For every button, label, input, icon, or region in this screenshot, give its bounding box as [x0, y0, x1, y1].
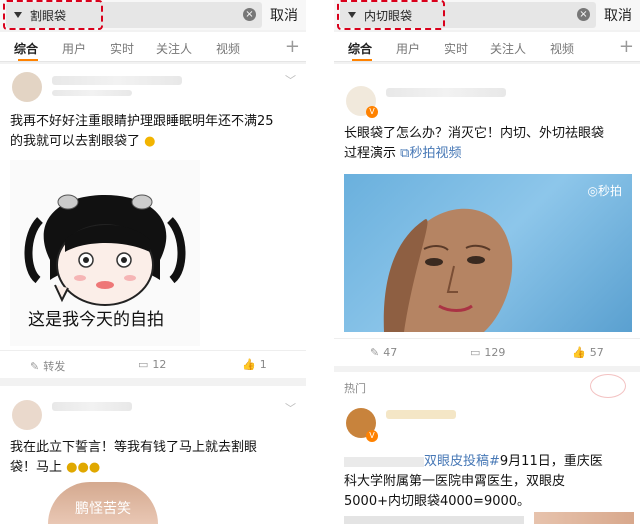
search-bar: 内切眼袋 × 取消	[334, 0, 640, 30]
repost-icon: ✎	[370, 346, 380, 359]
comment-button[interactable]: ▭ 129	[470, 346, 505, 359]
post-text: 长眼袋了怎么办？消灭它！内切、外切祛眼袋 过程演示 ⧉秒拍视频	[344, 126, 605, 161]
tab-users[interactable]: 用户	[396, 40, 420, 57]
search-bar: 割眼袋 × 取消	[0, 0, 306, 30]
tab-realtime[interactable]: 实时	[444, 40, 468, 57]
thumbs-up-icon: 👍	[572, 346, 586, 359]
comment-icon: ▭	[138, 358, 149, 371]
verified-badge-icon: V	[366, 106, 378, 118]
post-card: V 长眼袋了怎么办？消灭它！内切、外切祛眼袋 过程演示 ⧉秒拍视频 ◎秒拍 ✎ 4…	[334, 64, 640, 366]
tab-users[interactable]: 用户	[62, 40, 86, 57]
chevron-down-icon[interactable]: ﹀	[285, 400, 296, 416]
clear-icon[interactable]: ×	[577, 8, 590, 21]
like-button[interactable]: 👍 1	[242, 358, 267, 371]
tab-following[interactable]: 关注人	[156, 40, 192, 57]
left-screenshot: 割眼袋 × 取消 综合 用户 实时 关注人 视频 + ﹀ 我再不好好注重眼睛护理…	[0, 0, 306, 524]
blurred-username	[52, 76, 182, 85]
tab-video[interactable]: 视频	[550, 40, 574, 57]
cancel-button[interactable]: 取消	[604, 5, 632, 25]
tab-realtime[interactable]: 实时	[110, 40, 134, 57]
verified-badge-icon: V	[366, 430, 378, 442]
blurred-meta	[52, 90, 132, 96]
video-badge: ◎秒拍	[587, 184, 623, 198]
chevron-down-icon[interactable]: ﹀	[285, 72, 296, 88]
add-tab-icon[interactable]: +	[285, 36, 300, 57]
tab-bar: 综合 用户 实时 关注人 视频 +	[0, 32, 306, 62]
post-card: ﹀ 我在此立下誓言！等我有钱了马上就去割眼 袋！马上 ●●● 鹏怪苦笑	[0, 386, 306, 524]
watermark-stamp	[590, 374, 626, 398]
query-highlight-box	[3, 0, 103, 30]
hot-section: 热门 V 双眼皮投稿#9月11日，重庆医 科大学附属第一医院申霄医生，双眼皮 5…	[334, 372, 640, 524]
cancel-button[interactable]: 取消	[270, 5, 298, 25]
active-tab-indicator	[18, 59, 38, 61]
tab-bar: 综合 用户 实时 关注人 视频 +	[334, 32, 640, 62]
video-link[interactable]: ⧉秒拍视频	[400, 146, 461, 161]
right-screenshot: 内切眼袋 × 取消 综合 用户 实时 关注人 视频 + V 长眼袋了怎么办？消灭…	[334, 0, 640, 524]
section-label: 热门	[344, 382, 366, 395]
clear-icon[interactable]: ×	[243, 8, 256, 21]
blurred-username	[386, 410, 456, 419]
comment-button[interactable]: ▭ 12	[138, 358, 166, 371]
avatar[interactable]	[12, 72, 42, 102]
add-tab-icon[interactable]: +	[619, 36, 634, 57]
post-card: ﹀ 我再不好好注重眼睛护理跟睡眠明年还不满25 的我就可以去割眼袋了 ● 这是我…	[0, 64, 306, 378]
tab-comprehensive[interactable]: 综合	[348, 40, 372, 57]
image-strip[interactable]	[534, 512, 634, 524]
repost-button[interactable]: ✎ 转发	[30, 358, 65, 374]
comment-icon: ▭	[470, 346, 481, 359]
post-text: 双眼皮投稿#9月11日，重庆医 科大学附属第一医院申霄医生，双眼皮 5000+内…	[344, 454, 603, 509]
meme-caption: 这是我今天的自拍	[28, 310, 164, 330]
photo-caption: 鹏怪苦笑	[75, 501, 131, 517]
active-tab-indicator	[352, 59, 372, 61]
meme-image[interactable]: 这是我今天的自拍	[10, 160, 200, 346]
tab-comprehensive[interactable]: 综合	[14, 40, 38, 57]
repost-icon: ✎	[30, 360, 40, 373]
blurred-username	[52, 402, 132, 411]
post-text: 我在此立下誓言！等我有钱了马上就去割眼 袋！马上 ●●●	[10, 440, 258, 475]
action-bar: ✎ 47 ▭ 129 👍 57	[334, 338, 640, 366]
repost-button[interactable]: ✎ 47	[370, 346, 397, 359]
blurred-text	[344, 456, 424, 467]
like-button[interactable]: 👍 57	[572, 346, 604, 359]
face-photo[interactable]: 鹏怪苦笑	[48, 482, 158, 524]
query-highlight-box	[337, 0, 445, 30]
tab-following[interactable]: 关注人	[490, 40, 526, 57]
hashtag-link[interactable]: 双眼皮投稿#	[424, 454, 500, 469]
action-bar: ✎ 转发 ▭ 12 👍 1	[0, 350, 306, 378]
image-strip[interactable]	[344, 516, 524, 524]
video-thumbnail[interactable]: ◎秒拍	[344, 174, 632, 332]
blurred-username	[386, 88, 506, 97]
post-text: 我再不好好注重眼睛护理跟睡眠明年还不满25 的我就可以去割眼袋了 ●	[10, 114, 274, 149]
avatar[interactable]	[12, 400, 42, 430]
thumbs-up-icon: 👍	[242, 358, 256, 371]
tab-video[interactable]: 视频	[216, 40, 240, 57]
